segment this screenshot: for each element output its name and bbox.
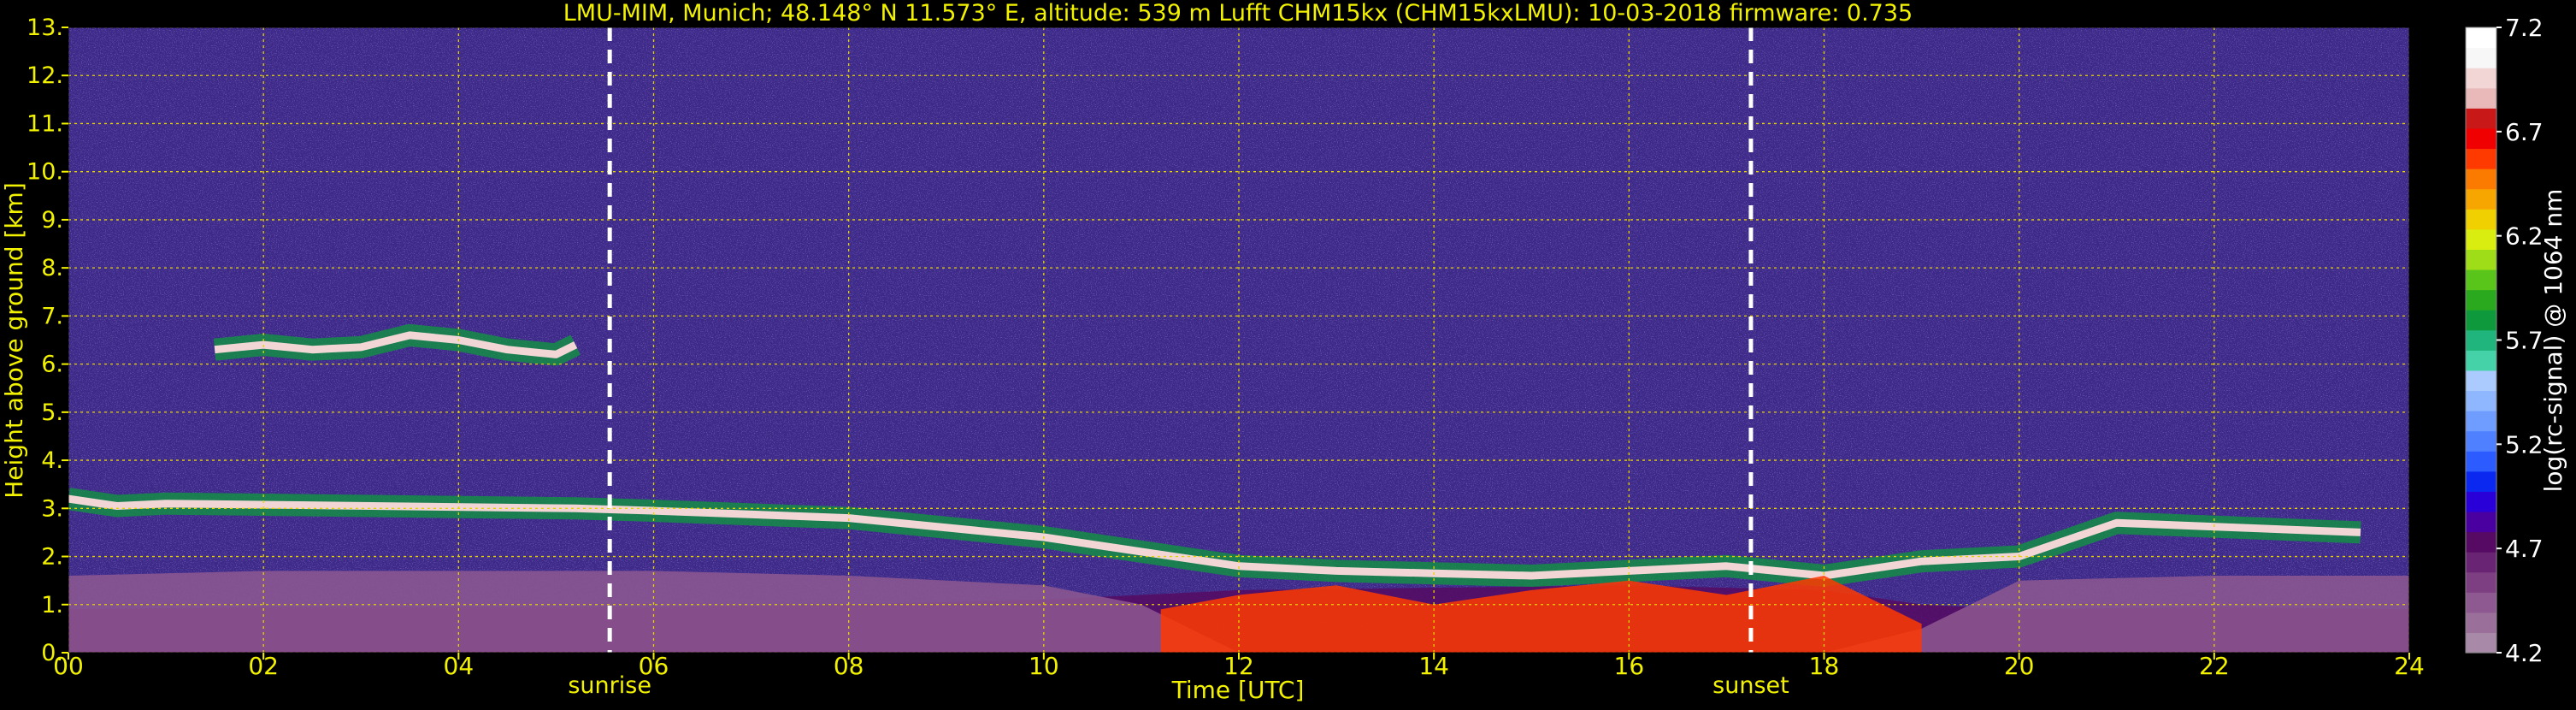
colorbar-segment <box>2466 68 2496 89</box>
colorbar-tick-label: 6.7 <box>2505 118 2544 146</box>
colorbar-segment <box>2466 249 2496 270</box>
x-tick-label: 10 <box>1029 652 1059 680</box>
colorbar-tick-label: 6.2 <box>2505 222 2544 251</box>
plot-area <box>68 27 2409 653</box>
sunrise-label: sunrise <box>568 672 651 699</box>
x-tick-label: 16 <box>1614 652 1645 680</box>
colorbar-segment <box>2466 430 2496 452</box>
colorbar-segment <box>2466 411 2496 432</box>
y-tick-label: 1. <box>41 592 63 618</box>
colorbar-segment <box>2466 552 2496 573</box>
x-tick-label: 04 <box>444 652 475 680</box>
colorbar-tick-label: 4.7 <box>2505 535 2544 563</box>
y-tick-label: 6. <box>41 352 63 378</box>
chart-title: LMU-MIM, Munich; 48.148° N 11.573° E, al… <box>563 0 1913 27</box>
x-tick-label: 22 <box>2199 652 2230 680</box>
colorbar-segment <box>2466 209 2496 230</box>
colorbar-segment <box>2466 511 2496 533</box>
colorbar-segment <box>2466 390 2496 411</box>
colorbar-segment <box>2466 148 2496 169</box>
colorbar: 4.2 4.7 5.2 5.7 6.2 6.7 7.2 <box>2465 14 2544 667</box>
y-tick-label: 10. <box>27 159 63 186</box>
colorbar-segment <box>2466 47 2496 68</box>
y-axis-ticks: 0. 1. 2. 3. 4. 5. 6. 7. 8. 9. 10. 11. 12. 13. <box>27 15 68 666</box>
colorbar-tick-label: 7.2 <box>2505 14 2544 42</box>
colorbar-tick-label: 4.2 <box>2505 639 2544 667</box>
x-tick-label: 02 <box>248 652 279 680</box>
y-tick-label: 7. <box>41 303 63 329</box>
colorbar-segment <box>2466 491 2496 512</box>
colorbar-segment <box>2466 188 2496 210</box>
colorbar-tick-label: 5.2 <box>2505 430 2544 459</box>
colorbar-segment <box>2466 632 2496 654</box>
chart-svg: LMU-MIM, Munich; 48.148° N 11.573° E, al… <box>0 0 2567 704</box>
colorbar-segment <box>2466 470 2496 492</box>
y-tick-label: 3. <box>41 495 63 522</box>
colorbar-segment <box>2466 169 2496 190</box>
y-tick-label: 4. <box>41 447 63 474</box>
y-tick-label: 13. <box>27 15 63 41</box>
sunset-label: sunset <box>1712 672 1789 699</box>
colorbar-segment <box>2466 87 2496 109</box>
colorbar-segment <box>2466 289 2496 311</box>
y-tick-label: 5. <box>41 399 63 426</box>
x-tick-label: 18 <box>1809 652 1840 680</box>
x-tick-label: 20 <box>2004 652 2035 680</box>
colorbar-segment <box>2466 27 2496 49</box>
x-tick-label: 24 <box>2394 652 2425 680</box>
colorbar-segment <box>2466 451 2496 472</box>
colorbar-label: log(rc-signal) @ 1064 nm <box>2539 189 2567 493</box>
y-tick-label: 2. <box>41 544 63 571</box>
colorbar-segment <box>2466 329 2496 351</box>
y-tick-label: 11. <box>27 110 63 137</box>
colorbar-segment <box>2466 269 2496 291</box>
colorbar-segment <box>2466 127 2496 150</box>
colorbar-segment <box>2466 228 2496 250</box>
y-tick-label: 12. <box>27 62 63 89</box>
colorbar-segment <box>2466 531 2496 553</box>
colorbar-segment <box>2466 592 2496 613</box>
colorbar-segment <box>2466 571 2496 593</box>
colorbar-segment <box>2466 350 2496 371</box>
x-axis-label: Time [UTC] <box>1171 676 1305 704</box>
colorbar-segment <box>2466 310 2496 331</box>
y-tick-label: 0. <box>41 640 63 666</box>
colorbar-segment <box>2466 370 2496 392</box>
lidar-heatmap-chart: LMU-MIM, Munich; 48.148° N 11.573° E, al… <box>0 0 2576 707</box>
colorbar-segment <box>2466 108 2496 129</box>
x-tick-label: 08 <box>834 652 864 680</box>
colorbar-segment <box>2466 612 2496 634</box>
y-tick-label: 9. <box>41 207 63 234</box>
colorbar-tick-label: 5.7 <box>2505 327 2544 355</box>
y-tick-label: 8. <box>41 255 63 281</box>
x-tick-label: 14 <box>1418 652 1449 680</box>
y-axis-label: Height above ground [km] <box>0 182 28 499</box>
